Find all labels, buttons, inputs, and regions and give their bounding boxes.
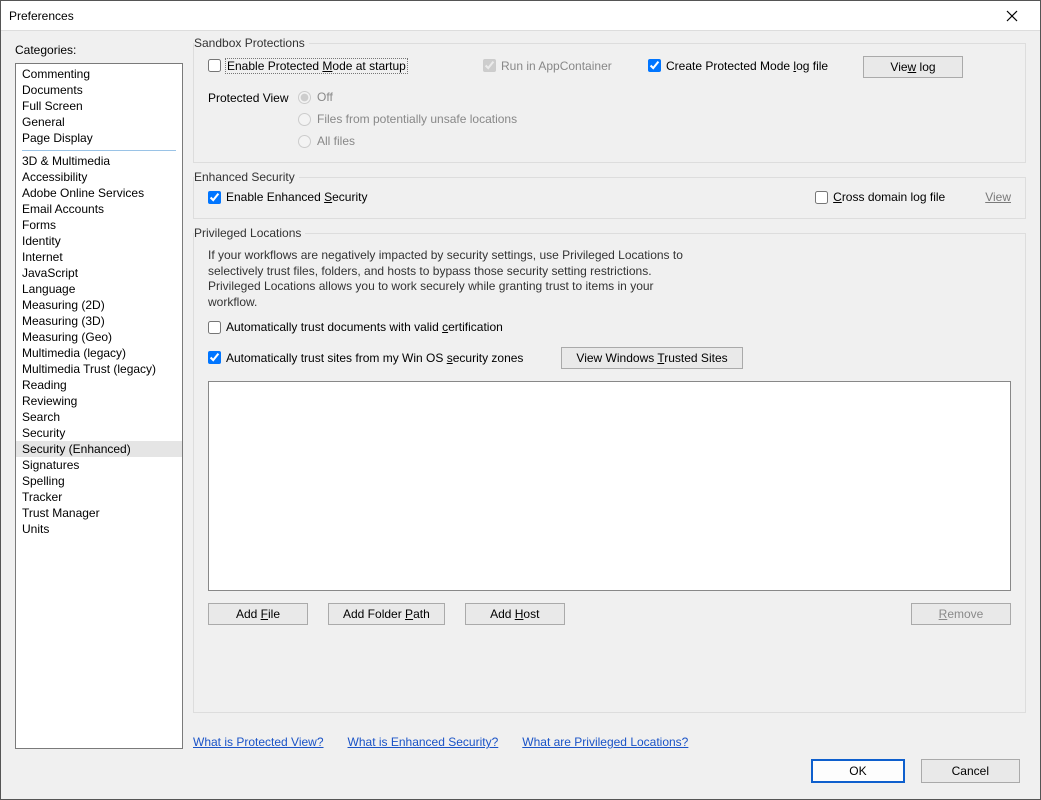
category-item[interactable]: Trust Manager <box>16 505 182 521</box>
category-item[interactable]: Commenting <box>16 66 182 82</box>
category-item[interactable]: Multimedia (legacy) <box>16 345 182 361</box>
run-appcontainer-checkbox: Run in AppContainer <box>483 59 612 73</box>
protected-view-label: Protected View <box>208 90 298 148</box>
category-item[interactable]: Full Screen <box>16 98 182 114</box>
category-item[interactable]: Reviewing <box>16 393 182 409</box>
category-item[interactable]: Measuring (Geo) <box>16 329 182 345</box>
privileged-description: If your workflows are negatively impacte… <box>208 248 683 310</box>
protected-view-all-radio: All files <box>298 134 517 148</box>
enable-enhanced-security-checkbox[interactable]: Enable Enhanced Security <box>208 190 367 204</box>
category-item[interactable]: Page Display <box>16 130 182 146</box>
category-item[interactable]: Security (Enhanced) <box>16 441 182 457</box>
category-item[interactable]: Forms <box>16 217 182 233</box>
preferences-window: Preferences Categories: CommentingDocume… <box>0 0 1041 800</box>
privileged-locations-list[interactable] <box>208 381 1011 591</box>
add-folder-button[interactable]: Add Folder Path <box>328 603 445 625</box>
category-item[interactable]: Internet <box>16 249 182 265</box>
dialog-body: Categories: CommentingDocumentsFull Scre… <box>1 31 1040 799</box>
view-trusted-sites-button[interactable]: View Windows Trusted Sites <box>561 347 742 369</box>
categories-list[interactable]: CommentingDocumentsFull ScreenGeneralPag… <box>15 63 183 749</box>
category-item[interactable]: Adobe Online Services <box>16 185 182 201</box>
category-item[interactable]: Spelling <box>16 473 182 489</box>
sandbox-group: Sandbox Protections Enable Protected Mod… <box>193 43 1026 163</box>
sandbox-title: Sandbox Protections <box>194 36 309 50</box>
privileged-title: Privileged Locations <box>194 226 305 240</box>
protected-view-unsafe-radio: Files from potentially unsafe locations <box>298 112 517 126</box>
enable-protected-mode-checkbox[interactable]: Enable Protected Mode at startup <box>208 59 407 73</box>
help-protected-view-link[interactable]: What is Protected View? <box>193 735 324 749</box>
category-item[interactable]: Security <box>16 425 182 441</box>
category-item[interactable]: Documents <box>16 82 182 98</box>
category-item[interactable]: Reading <box>16 377 182 393</box>
category-item[interactable]: Identity <box>16 233 182 249</box>
close-icon[interactable] <box>992 2 1032 30</box>
category-item[interactable]: Accessibility <box>16 169 182 185</box>
categories-label: Categories: <box>15 43 183 57</box>
enhanced-group: Enhanced Security Enable Enhanced Securi… <box>193 177 1026 219</box>
category-item[interactable]: 3D & Multimedia <box>16 153 182 169</box>
category-item[interactable]: Tracker <box>16 489 182 505</box>
category-item[interactable]: Language <box>16 281 182 297</box>
add-file-button[interactable]: Add File <box>208 603 308 625</box>
add-host-button[interactable]: Add Host <box>465 603 565 625</box>
category-item[interactable]: General <box>16 114 182 130</box>
create-protected-log-checkbox[interactable]: Create Protected Mode log file <box>648 59 828 73</box>
help-privileged-locations-link[interactable]: What are Privileged Locations? <box>522 735 688 749</box>
remove-button: Remove <box>911 603 1011 625</box>
category-item[interactable]: Search <box>16 409 182 425</box>
category-item[interactable]: Signatures <box>16 457 182 473</box>
category-item[interactable]: Measuring (2D) <box>16 297 182 313</box>
window-title: Preferences <box>9 9 992 23</box>
category-item[interactable]: Measuring (3D) <box>16 313 182 329</box>
protected-view-off-radio: Off <box>298 90 517 104</box>
help-enhanced-security-link[interactable]: What is Enhanced Security? <box>348 735 499 749</box>
category-item[interactable]: Multimedia Trust (legacy) <box>16 361 182 377</box>
ok-button[interactable]: OK <box>811 759 904 783</box>
privileged-group: Privileged Locations If your workflows a… <box>193 233 1026 713</box>
cross-domain-log-checkbox[interactable]: Cross domain log file <box>815 190 945 204</box>
titlebar: Preferences <box>1 1 1040 31</box>
view-crossdomain-log-link[interactable]: View <box>985 190 1011 204</box>
category-separator <box>22 150 176 151</box>
category-item[interactable]: JavaScript <box>16 265 182 281</box>
auto-trust-cert-checkbox[interactable]: Automatically trust documents with valid… <box>208 320 503 334</box>
category-item[interactable]: Email Accounts <box>16 201 182 217</box>
enhanced-title: Enhanced Security <box>194 170 299 184</box>
view-log-button[interactable]: View log <box>863 56 963 78</box>
category-item[interactable]: Units <box>16 521 182 537</box>
auto-trust-os-checkbox[interactable]: Automatically trust sites from my Win OS… <box>208 351 523 365</box>
cancel-button[interactable]: Cancel <box>921 759 1020 783</box>
